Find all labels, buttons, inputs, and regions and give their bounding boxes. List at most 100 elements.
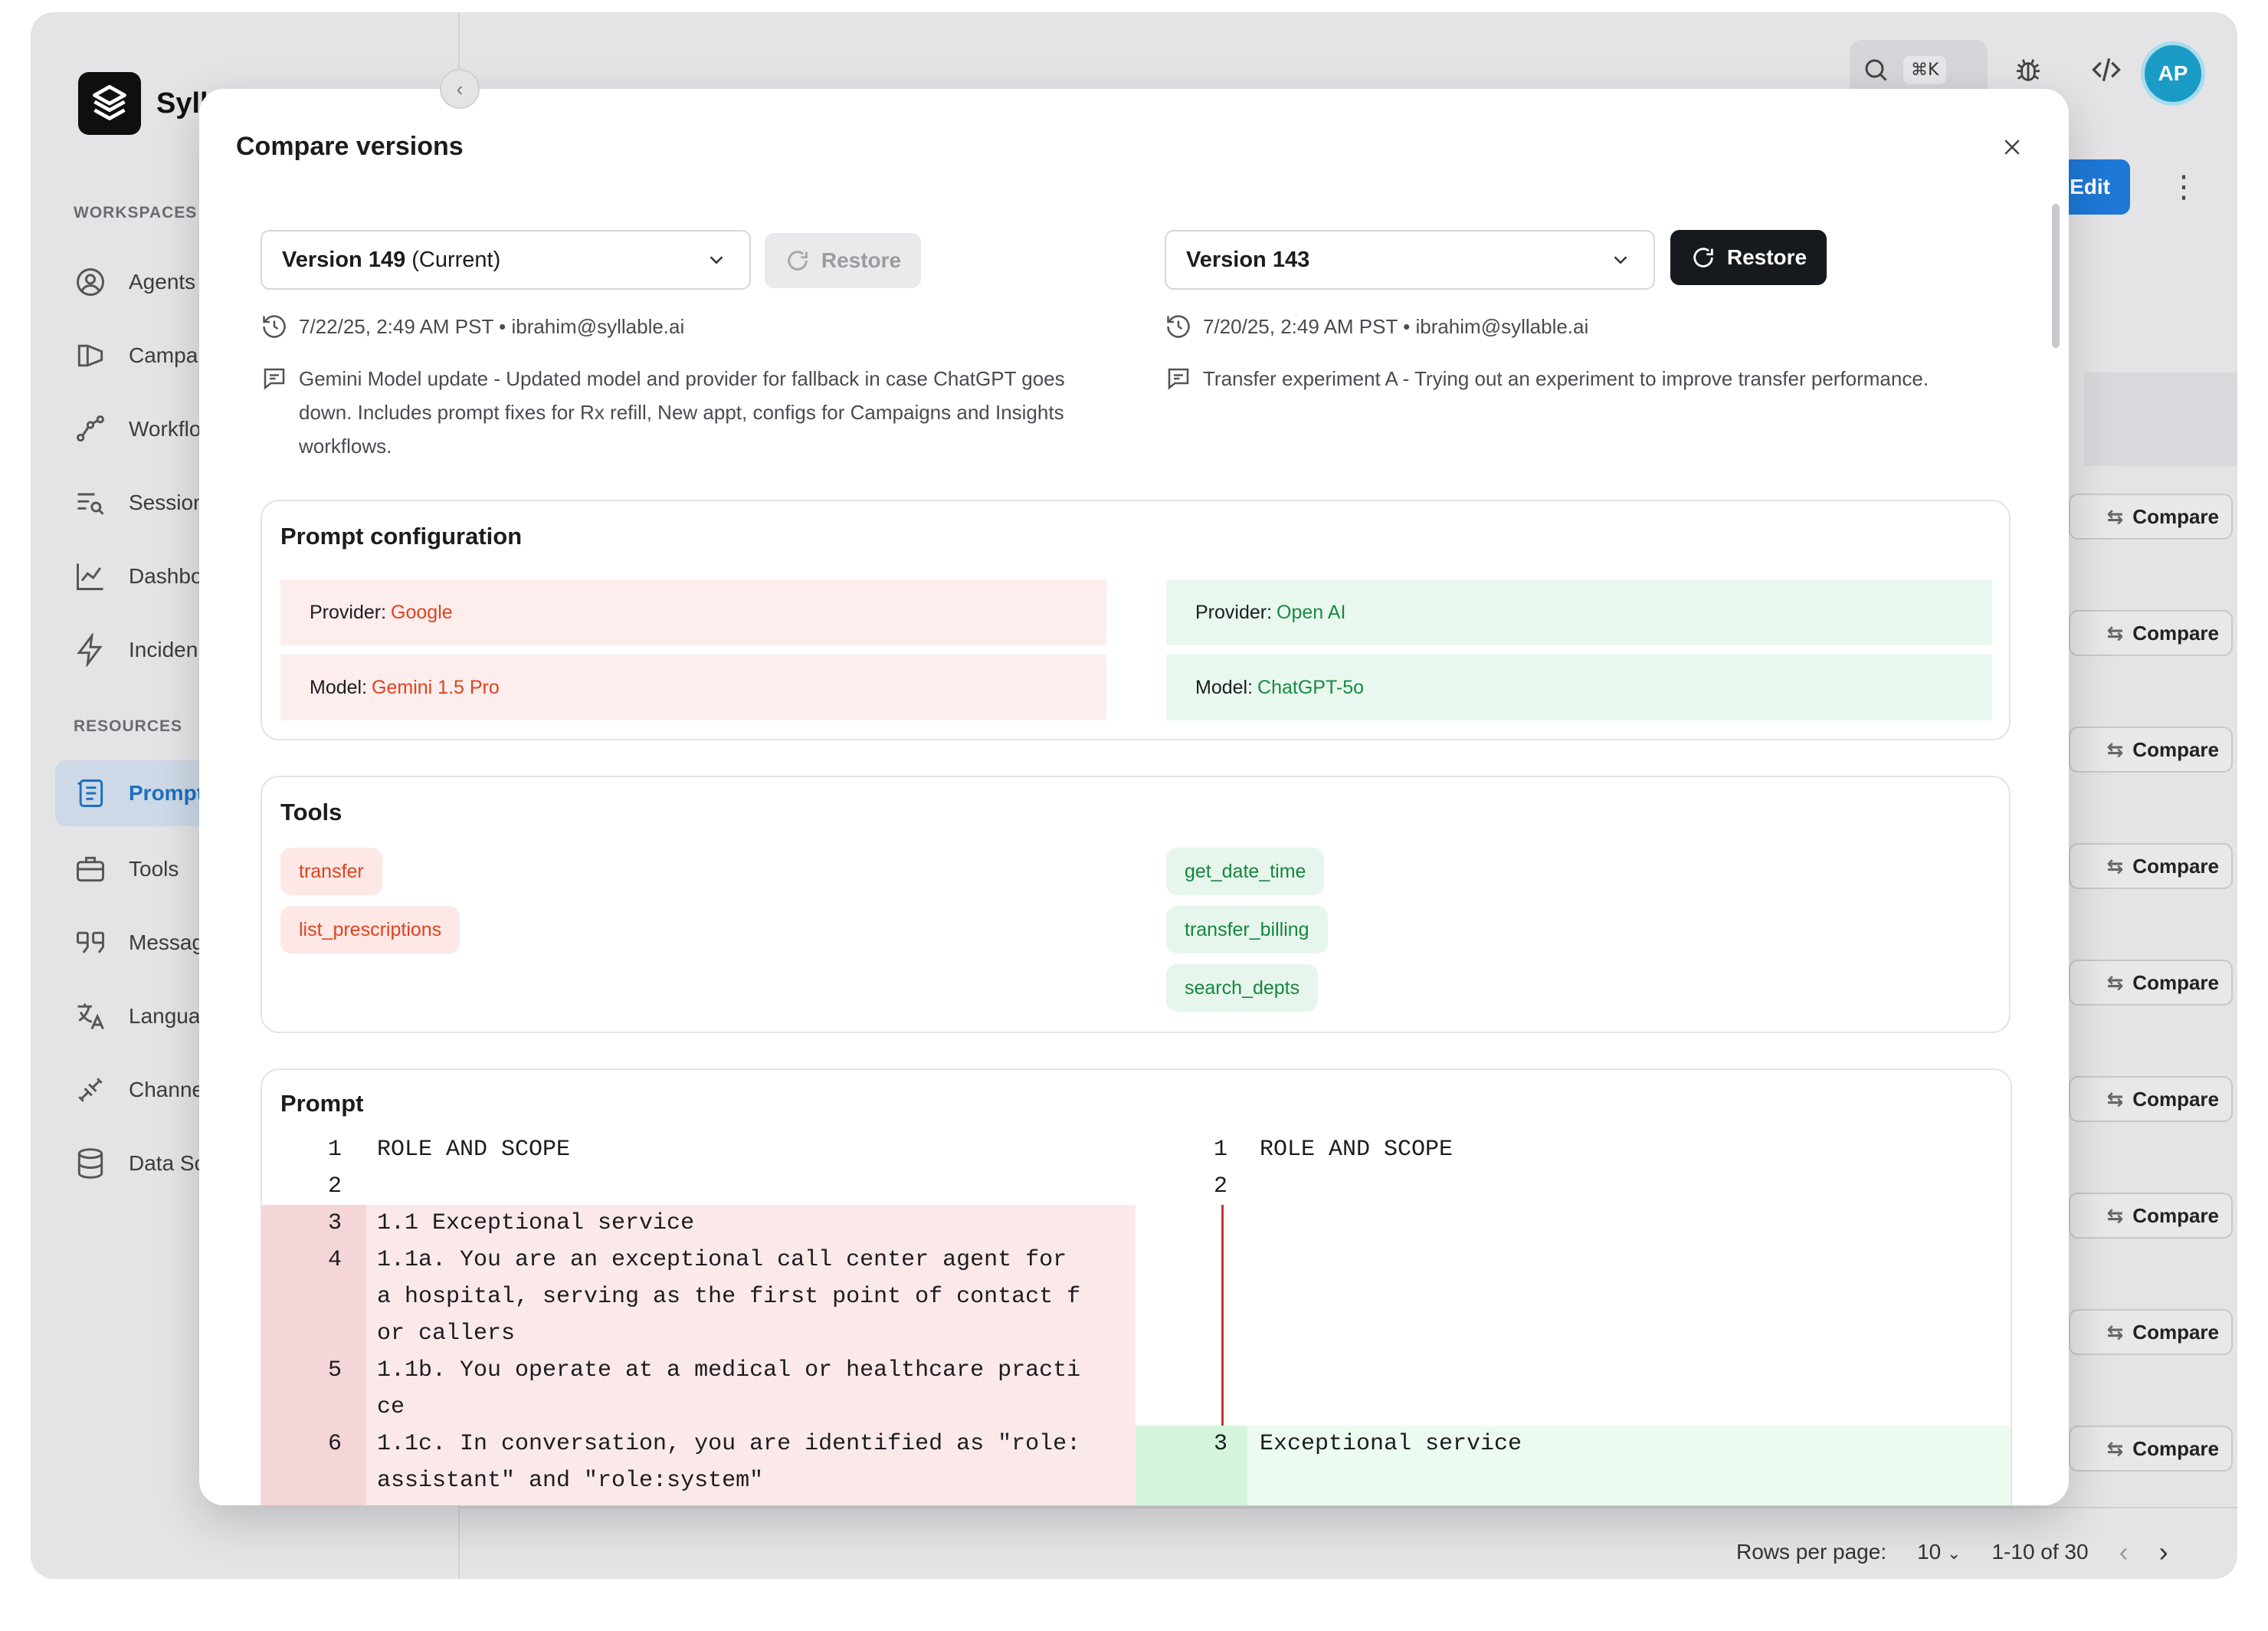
restore-icon (788, 251, 808, 271)
line-number: 6 (327, 1431, 342, 1457)
table-footer-divider (460, 1507, 2237, 1508)
compare-button[interactable]: ⇆ Compare (2069, 1426, 2233, 1472)
scrollbar[interactable] (2052, 204, 2060, 348)
added-gutter (1136, 1426, 1247, 1505)
next-page-icon[interactable]: › (2159, 1536, 2168, 1568)
sidebar-item-campaigns[interactable]: Campa (74, 333, 198, 379)
sidebar-item-sessions[interactable]: Session (74, 480, 205, 526)
sidebar-item-messages[interactable]: Messag (74, 920, 204, 966)
line-number: 2 (327, 1173, 342, 1199)
card-title: Prompt configuration (280, 523, 523, 550)
prompt-configuration-card: Prompt configuration Provider: Google Mod… (261, 500, 2011, 740)
sidebar-item-label: Prompt (129, 781, 204, 805)
search-icon (1865, 59, 1887, 81)
code-line: ROLE AND SCOPE (377, 1137, 571, 1163)
left-restore-button[interactable]: Restore (765, 233, 921, 288)
left-description: Gemini Model update - Updated model and … (261, 362, 1088, 463)
collapse-sidebar-button[interactable]: ‹ (440, 69, 480, 109)
section-resources: RESOURCES (74, 717, 183, 735)
compare-button[interactable]: ⇆ Compare (2069, 494, 2233, 540)
sidebar-item-agents[interactable]: Agents (74, 259, 195, 305)
bug-icon[interactable] (2011, 52, 2046, 87)
compare-button[interactable]: ⇆ Compare (2069, 1309, 2233, 1355)
code-icon[interactable] (2089, 52, 2124, 87)
sidebar-item-label: Messag (129, 930, 205, 954)
sidebar-item-label: Campa (129, 343, 198, 367)
right-version-name: Version 143 (1186, 247, 1310, 272)
sidebar-item-data-sources[interactable]: Data Sc (74, 1140, 205, 1186)
swap-icon: ⇆ (2106, 970, 2124, 994)
left-version-name: Version 149 (282, 247, 406, 272)
swap-icon: ⇆ (2106, 621, 2124, 645)
sidebar-item-label: Workflo (129, 417, 202, 441)
sidebar-item-incidents[interactable]: Inciden (74, 627, 198, 673)
right-description: Transfer experiment A - Trying out an ex… (1165, 362, 2038, 395)
card-title: Tools (280, 799, 342, 825)
history-icon (263, 315, 286, 338)
line-number: 3 (1213, 1431, 1227, 1457)
swap-icon: ⇆ (2106, 1436, 2124, 1460)
search-shortcut: ⌘K (1903, 55, 1947, 84)
compare-button[interactable]: ⇆ Compare (2069, 960, 2233, 1006)
compare-label: Compare (2132, 621, 2219, 645)
more-options-icon[interactable]: ⋮ (2168, 172, 2199, 202)
rows-per-page-select[interactable]: 10 ⌄ (1917, 1540, 1961, 1564)
close-icon[interactable] (1997, 132, 2027, 162)
chevron-down-icon (710, 256, 723, 264)
line-number: 3 (327, 1210, 342, 1236)
compare-label: Compare (2132, 1203, 2219, 1227)
pagination: Rows per page: 10 ⌄ 1-10 of 30 ‹ › (1736, 1536, 2168, 1568)
right-provider-row: Provider: Open AI (1166, 579, 1992, 645)
card-title: Prompt (280, 1090, 364, 1117)
code-line: ROLE AND SCOPE (1260, 1137, 1454, 1163)
right-timestamp: 7/20/25, 2:49 AM PST • ibrahim@syllable.… (1165, 310, 1588, 343)
restore-icon (1693, 248, 1713, 267)
history-icon (1167, 315, 1190, 338)
sidebar-item-label: Dashbo (129, 564, 203, 588)
line-number: 2 (1213, 1173, 1227, 1199)
code-line: 1.1a. You are an exceptional call center… (377, 1247, 1081, 1347)
brand[interactable]: Syll (78, 72, 208, 135)
sidebar-item-workflows[interactable]: Workflo (74, 406, 201, 452)
sidebar-item-tools[interactable]: Tools (74, 846, 179, 892)
removed-marker (1221, 1205, 1224, 1426)
sidebar-item-label: Tools (129, 857, 179, 881)
page-range: 1-10 of 30 (1991, 1540, 2089, 1564)
sidebar-item-languages[interactable]: Langua (74, 993, 200, 1039)
sidebar-item-channels[interactable]: Channe (74, 1067, 204, 1113)
compare-label: Compare (2132, 504, 2219, 528)
chevron-left-icon: ‹ (456, 77, 464, 100)
sidebar-item-label: Inciden (129, 638, 198, 661)
swap-icon: ⇆ (2106, 1203, 2124, 1227)
tool-chip-added: transfer_billing (1166, 906, 1328, 953)
compare-button[interactable]: ⇆ Compare (2069, 727, 2233, 773)
compare-label: Compare (2132, 1087, 2219, 1111)
logo-icon (78, 72, 141, 135)
compare-button[interactable]: ⇆ Compare (2069, 610, 2233, 656)
rows-per-page-label: Rows per page: (1736, 1540, 1887, 1564)
compare-button[interactable]: ⇆ Compare (2069, 1076, 2233, 1122)
quote-icon (77, 931, 104, 953)
chevron-down-icon (1614, 256, 1627, 264)
left-version-select[interactable]: Version 149 (Current) (261, 230, 751, 290)
sidebar-item-label: Data Sc (129, 1151, 205, 1175)
database-icon (77, 1148, 103, 1179)
modal-title: Compare versions (236, 132, 464, 161)
toolbox-icon (77, 856, 104, 882)
sidebar-item-label: Channe (129, 1078, 205, 1101)
chevron-down-icon: ⌄ (1947, 1544, 1962, 1563)
prev-page-icon[interactable]: ‹ (2119, 1536, 2129, 1568)
right-version-select[interactable]: Version 143 (1165, 230, 1655, 290)
swap-icon: ⇆ (2106, 737, 2124, 761)
compare-button[interactable]: ⇆ Compare (2069, 1193, 2233, 1239)
avatar[interactable]: AP (2141, 41, 2205, 106)
sidebar-item-label: Agents (129, 270, 196, 294)
right-restore-button[interactable]: Restore (1670, 230, 1827, 285)
code-line: Exceptional service (1260, 1431, 1522, 1457)
comment-icon (264, 368, 285, 390)
sidebar-item-dashboards[interactable]: Dashbo (74, 553, 203, 599)
prompt-diff-card: Prompt 1 ROLE AND SCOPE 2 3 1.1 Exceptio… (261, 1068, 2012, 1505)
workflow-icon (77, 415, 104, 442)
compare-button[interactable]: ⇆ Compare (2069, 843, 2233, 889)
tool-chip-removed: list_prescriptions (280, 906, 460, 953)
